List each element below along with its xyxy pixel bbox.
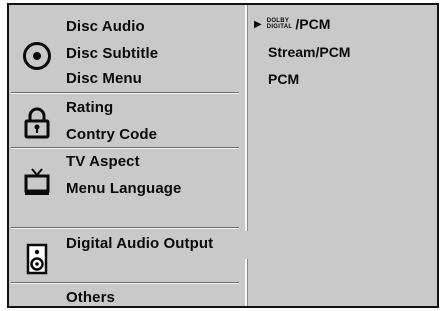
- disc-icon: [22, 41, 52, 71]
- menu-item-disc-subtitle[interactable]: Disc Subtitle: [66, 45, 158, 62]
- menu-item-tv-aspect[interactable]: TV Aspect: [66, 153, 140, 170]
- selected-marker-icon: ▶: [254, 18, 262, 30]
- divider: [11, 227, 239, 228]
- menu-item-others[interactable]: Others: [66, 289, 115, 306]
- options-panel: ▶ DOLBY DIGITAL /PCM Stream/PCM PCM: [249, 5, 437, 306]
- menu-item-menu-language[interactable]: Menu Language: [66, 180, 181, 197]
- lock-icon: [22, 107, 52, 139]
- panel-divider-shadow: [247, 5, 248, 306]
- category-panel: Disc Audio Disc Subtitle Disc Menu Ratin…: [9, 5, 245, 306]
- option-dolby-pcm[interactable]: ▶ DOLBY DIGITAL /PCM: [254, 16, 330, 32]
- dolby-digital-logo: DOLBY DIGITAL: [266, 18, 293, 30]
- option-pcm[interactable]: PCM: [268, 71, 299, 87]
- tv-icon: [22, 167, 52, 197]
- menu-item-disc-audio[interactable]: Disc Audio: [66, 18, 145, 35]
- menu-item-country-code[interactable]: Contry Code: [66, 126, 157, 143]
- divider: [11, 282, 239, 283]
- setup-menu-frame: Disc Audio Disc Subtitle Disc Menu Ratin…: [7, 3, 439, 308]
- divider: [11, 147, 239, 148]
- divider: [11, 92, 239, 93]
- option-label: /PCM: [295, 16, 331, 32]
- menu-item-disc-menu[interactable]: Disc Menu: [66, 70, 142, 87]
- speaker-icon: [22, 243, 52, 277]
- menu-item-rating[interactable]: Rating: [66, 99, 113, 116]
- option-stream-pcm[interactable]: Stream/PCM: [268, 44, 350, 60]
- menu-item-digital-audio-output[interactable]: Digital Audio Output: [64, 231, 245, 259]
